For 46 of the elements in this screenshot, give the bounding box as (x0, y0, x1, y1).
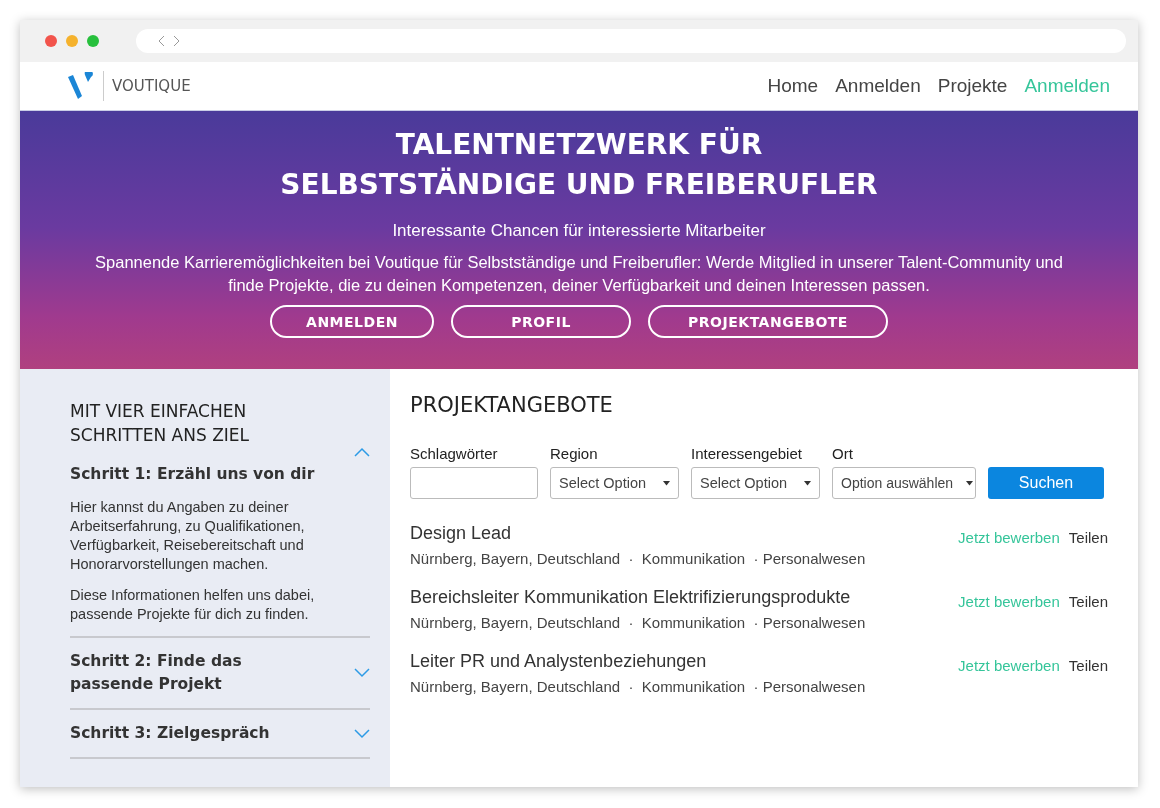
share-link[interactable]: Teilen (1068, 529, 1108, 567)
brand-name: VOUTIQUE (112, 77, 191, 95)
select-dropdown[interactable]: Select Option (550, 467, 679, 499)
step-heading[interactable]: Schritt 1: Erzähl uns von dir (70, 463, 330, 486)
share-link[interactable]: Teilen (1068, 657, 1108, 695)
step-heading[interactable]: Schritt 2: Finde das passende Projekt (70, 650, 330, 696)
search-button[interactable]: Suchen (988, 467, 1104, 499)
nav-link[interactable]: Home (767, 75, 819, 97)
project-title[interactable]: Bereichsleiter Kommunikation Elektrifizierungsprodukte (410, 587, 851, 608)
chevron-up-icon[interactable] (354, 447, 370, 457)
nav-link[interactable]: Anmelden (835, 75, 921, 97)
hero-button[interactable]: PROFIL (451, 305, 631, 338)
hero-subtitle: Interessante Chancen für interessierte Mitarbeiter (392, 221, 766, 241)
step-description: Diese Informationen helfen uns dabei, passende Projekte für dich zu finden. (70, 586, 316, 624)
close-dot-icon[interactable] (45, 35, 57, 47)
filter-label: Ort (832, 445, 854, 462)
nav-link[interactable]: Projekte (937, 75, 1008, 97)
filter-label: Region (550, 445, 599, 462)
chevron-down-icon[interactable] (354, 728, 370, 739)
hero-title: TALENTNETZWERK FÜR SELBSTSTÄNDIGE UND FREIBERUFLER (280, 126, 878, 203)
select-dropdown[interactable]: Select Option (691, 467, 820, 499)
hero-button[interactable]: PROJEKTANGEBOTE (648, 305, 888, 338)
project-details: Nürnberg, Bayern, Deutschland · Kommunikation · Personalwesen (410, 550, 866, 567)
select-dropdown[interactable]: Option auswählen (832, 467, 976, 499)
keyword-field[interactable] (410, 467, 538, 499)
minimize-dot-icon[interactable] (66, 35, 78, 47)
project-title[interactable]: Leiter PR und Analystenbeziehungen (410, 651, 707, 672)
caret-icon (966, 480, 973, 486)
steps-title: MIT VIER EINFACHEN SCHRITTEN ANS ZIEL (70, 400, 250, 447)
project-title[interactable]: Design Lead (410, 523, 512, 544)
step-heading[interactable]: Schritt 3: Zielgespräch (70, 722, 330, 745)
caret-icon (804, 480, 811, 486)
hero-button[interactable]: ANMELDEN (270, 305, 434, 338)
back-forward-arrows-icon[interactable] (158, 35, 180, 47)
step-description: Hier kannst du Angaben zu deiner Arbeitserfahrung, zu Qualifikationen, Verfügbarkeit, Reisebereitschaft und Honorarvorstellungen machen. (70, 498, 306, 574)
share-link[interactable]: Teilen (1068, 593, 1108, 631)
logo-icon (67, 72, 95, 100)
section-title: PROJEKTANGEBOTE (410, 393, 614, 417)
project-details: Nürnberg, Bayern, Deutschland · Kommunikation · Personalwesen (410, 614, 866, 631)
hero-text: Spannende Karrieremöglichkeiten bei Voutique für Selbstständige und Freiberufler: Werde Mitglied in unserer Talent-Community und finde Projekte, die zu deinen Kompetenzen, deiner Verfügbarkeit und deinen Interessen passen. (94, 252, 1064, 296)
filter-label: Schlagwörter (410, 445, 499, 462)
caret-icon (663, 480, 670, 486)
maximize-dot-icon[interactable] (87, 35, 99, 47)
chevron-down-icon[interactable] (354, 668, 370, 678)
filter-label: Interessengebiet (691, 445, 803, 462)
project-details: Nürnberg, Bayern, Deutschland · Kommunikation · Personalwesen (410, 678, 866, 695)
